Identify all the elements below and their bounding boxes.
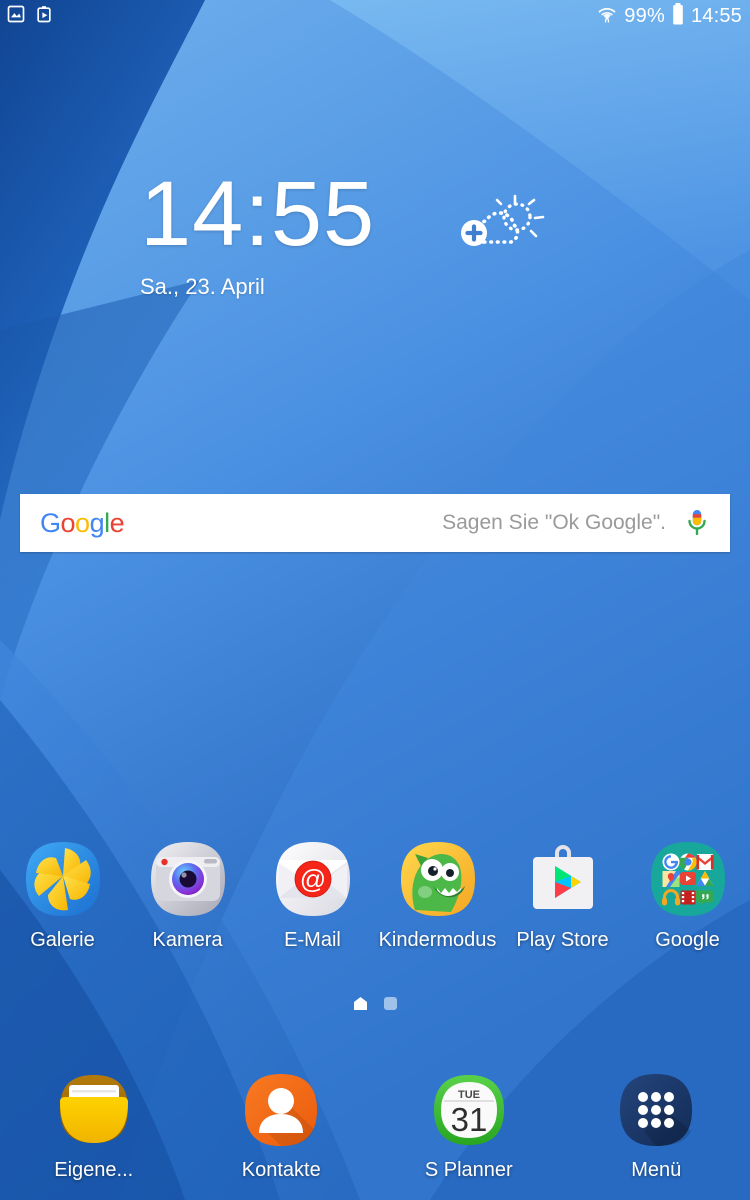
clock-date: Sa., 23. April xyxy=(140,274,265,299)
gallery-icon[interactable] xyxy=(24,840,102,918)
kids-mode-icon[interactable] xyxy=(399,840,477,918)
search-input[interactable]: Sagen Sie "Ok Google". xyxy=(442,511,666,535)
apps-menu-icon[interactable] xyxy=(617,1071,695,1149)
google-logo-letter-g: G xyxy=(40,507,61,538)
app-email[interactable]: @ E-Mail xyxy=(250,840,375,953)
maps-icon xyxy=(662,871,679,887)
calendar-day-name: TUE xyxy=(458,1089,480,1101)
page-indicator[interactable] xyxy=(0,996,750,1011)
battery-full-icon xyxy=(671,2,685,31)
dock-item-s-planner[interactable]: TUE 31 S Planner xyxy=(375,1071,563,1182)
dock-label: S Planner xyxy=(424,1159,513,1181)
dock-item-contacts[interactable]: Kontakte xyxy=(188,1071,376,1182)
google-logo: G o o g l e xyxy=(40,507,125,539)
status-bar-right-icons: 99% 14:55 xyxy=(596,2,742,31)
home-page-indicator-icon[interactable] xyxy=(353,996,368,1011)
calendar-day-number: 31 xyxy=(450,1101,487,1138)
app-label: Kamera xyxy=(152,929,223,951)
dock-item-apps-menu[interactable]: Menü xyxy=(563,1071,750,1182)
app-label: Play Store xyxy=(516,929,609,951)
status-bar-clock: 14:55 xyxy=(690,4,742,27)
google-logo-letter-g2: g xyxy=(89,507,105,538)
google-logo-letter-e: e xyxy=(109,507,125,538)
svg-text:@: @ xyxy=(299,864,325,894)
microphone-icon[interactable] xyxy=(684,507,710,539)
app-label: Galerie xyxy=(30,929,95,951)
page-indicator-dot-2[interactable] xyxy=(384,997,397,1010)
app-label: Google xyxy=(655,929,720,951)
app-label: Kindermodus xyxy=(378,929,497,951)
gmail-icon xyxy=(696,854,713,870)
app-kindermodus[interactable]: Kindermodus xyxy=(375,840,500,953)
battery-percent-label: 99% xyxy=(624,4,665,27)
clock-time: 14:55 xyxy=(140,163,376,265)
app-play-store[interactable]: Play Store xyxy=(500,840,625,953)
play-store-icon[interactable] xyxy=(524,840,602,918)
wifi-icon xyxy=(596,4,618,29)
contacts-icon[interactable] xyxy=(242,1071,320,1149)
media-clipboard-icon xyxy=(34,4,54,29)
email-icon[interactable]: @ xyxy=(274,840,352,918)
dock: Eigene... Kontakte TUE 31 S Planner Menü xyxy=(0,1071,750,1182)
screenshot-icon xyxy=(6,4,26,29)
app-galerie[interactable]: Galerie xyxy=(0,840,125,953)
google-search-icon xyxy=(662,853,679,871)
app-label: E-Mail xyxy=(284,929,341,951)
dock-label: Kontakte xyxy=(241,1159,321,1181)
dock-item-my-files[interactable]: Eigene... xyxy=(0,1071,188,1182)
google-logo-letter-o1: o xyxy=(60,507,76,538)
dock-label: Menü xyxy=(631,1159,682,1181)
youtube-icon xyxy=(679,872,696,885)
clock-widget[interactable]: 14:55 Sa., 23. April xyxy=(140,168,375,300)
dock-label: Eigene... xyxy=(54,1159,134,1181)
add-weather-icon[interactable] xyxy=(455,192,545,262)
my-files-icon[interactable] xyxy=(55,1071,133,1149)
status-bar[interactable]: 99% 14:55 xyxy=(0,0,750,32)
camera-icon[interactable] xyxy=(149,840,227,918)
home-screen-app-grid: Galerie Kamera @ E-Mail Kindermodus Play… xyxy=(0,840,750,953)
status-bar-left-icons xyxy=(6,4,54,29)
app-google-folder[interactable]: Google xyxy=(625,840,750,953)
play-movies-icon xyxy=(680,890,695,905)
google-search-bar[interactable]: G o o g l e Sagen Sie "Ok Google". xyxy=(20,494,730,552)
google-logo-letter-o2: o xyxy=(75,507,90,538)
chrome-icon xyxy=(678,853,697,871)
google-folder-icon[interactable] xyxy=(649,840,727,918)
calendar-icon[interactable]: TUE 31 xyxy=(430,1071,508,1149)
app-kamera[interactable]: Kamera xyxy=(125,840,250,953)
